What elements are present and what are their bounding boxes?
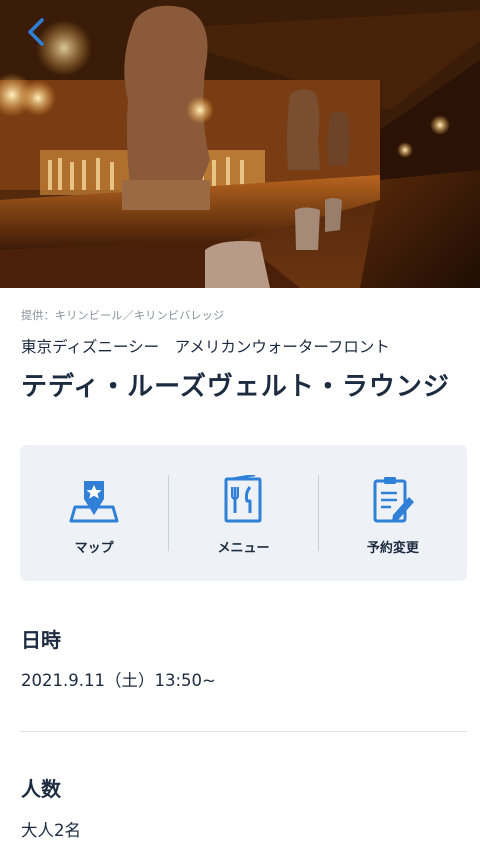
- menu-button[interactable]: メニュー: [169, 445, 317, 581]
- hero-image: [0, 0, 480, 288]
- datetime-heading: 日時: [21, 628, 61, 652]
- map-label: マップ: [74, 541, 114, 556]
- party-heading: 人数: [21, 777, 61, 801]
- action-panel: マップ メニュー 予約変更: [20, 445, 467, 581]
- reservation-edit-icon: [373, 477, 414, 523]
- map-pin-icon: [69, 481, 119, 523]
- area-name: 東京ディズニーシー アメリカンウォーターフロント: [21, 338, 390, 356]
- change-reservation-button[interactable]: 予約変更: [319, 445, 467, 581]
- datetime-value: 2021.9.11（土）13:50~: [21, 671, 216, 690]
- page-title: テディ・ルーズヴェルト・ラウンジ: [21, 372, 450, 402]
- back-button[interactable]: [14, 10, 58, 54]
- party-value: 大人2名: [21, 821, 81, 840]
- chevron-left-icon: [28, 18, 44, 46]
- map-button[interactable]: マップ: [20, 445, 168, 581]
- lounge-photo: [0, 0, 480, 288]
- menu-icon: [224, 475, 262, 523]
- section-divider: [20, 731, 467, 732]
- menu-label: メニュー: [217, 541, 270, 556]
- photo-credit: 提供：キリンビール／キリンビバレッジ: [21, 309, 225, 322]
- change-reservation-label: 予約変更: [366, 541, 419, 556]
